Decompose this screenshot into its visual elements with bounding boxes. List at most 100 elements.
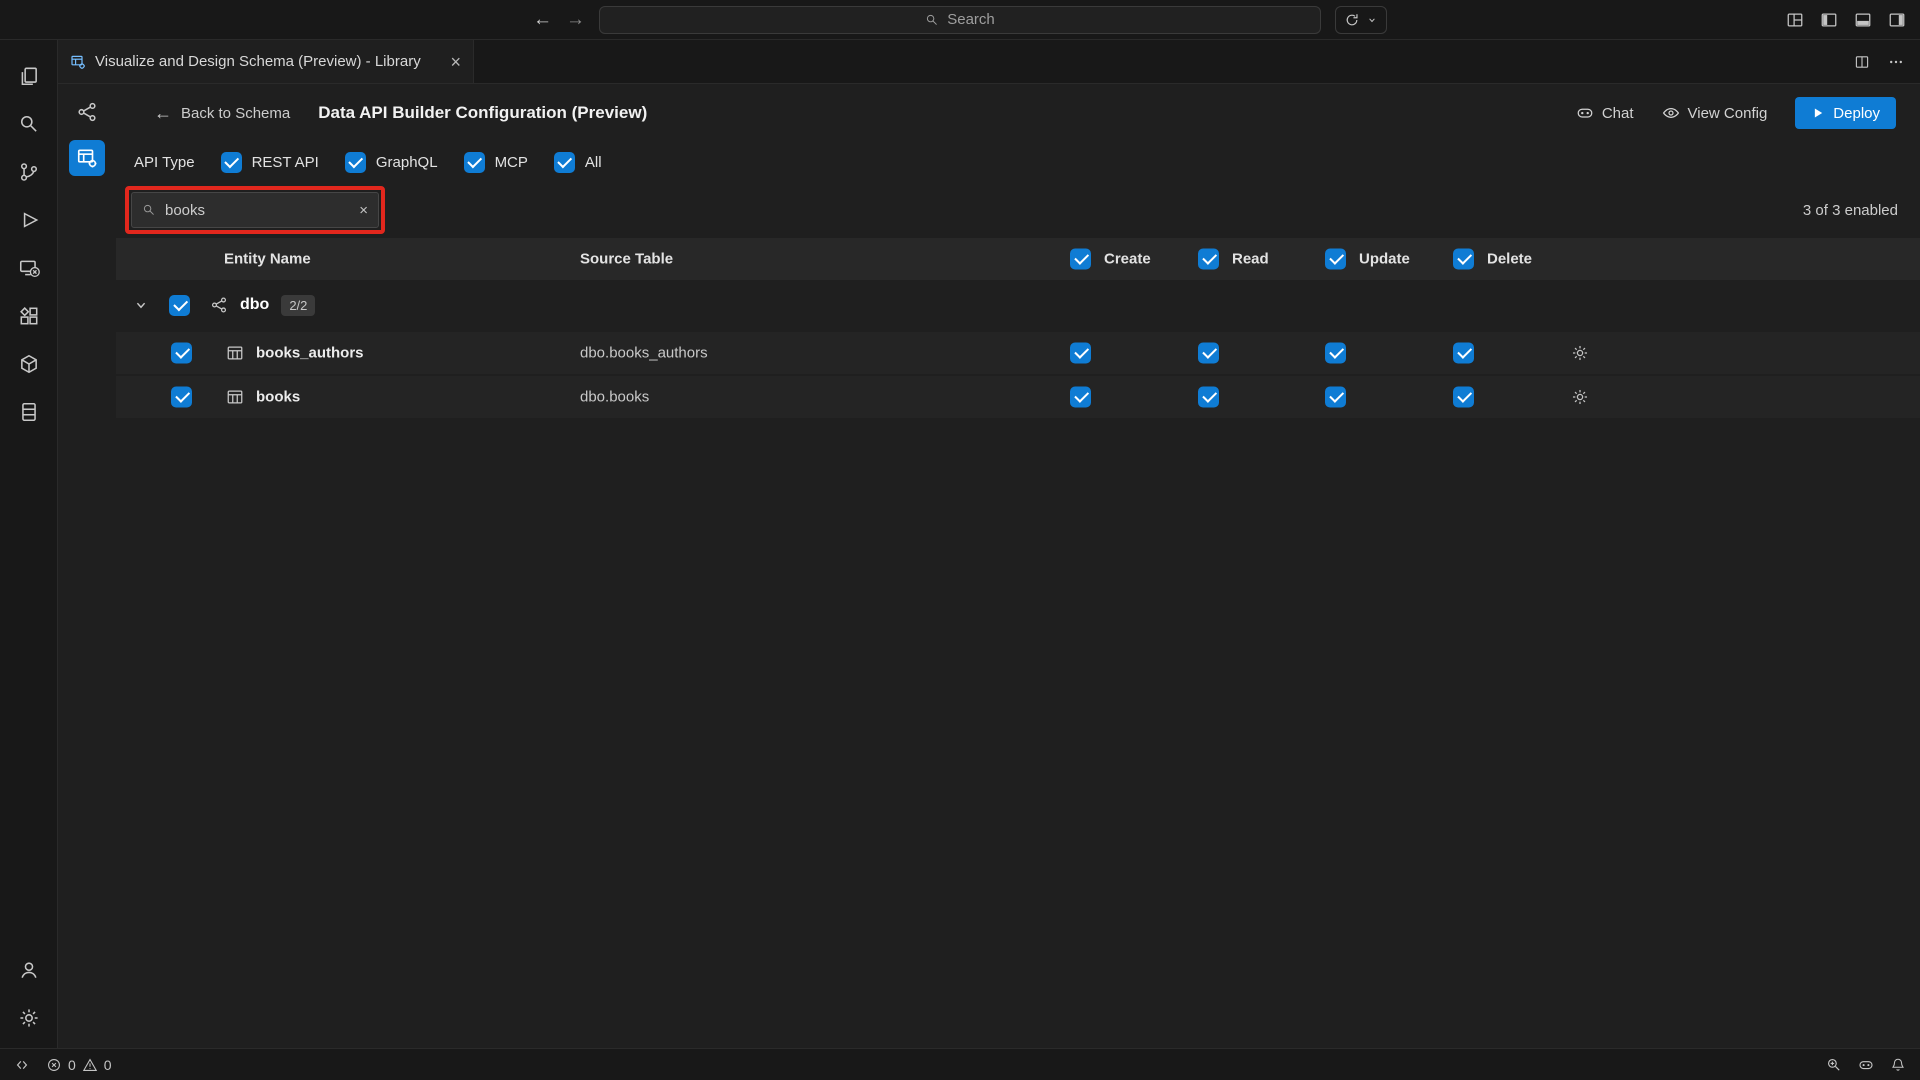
entity-table-header: Entity Name Source Table Create Read Upd… xyxy=(116,238,1920,280)
clear-search-icon[interactable]: × xyxy=(359,202,368,219)
schema-count-badge: 2/2 xyxy=(281,295,315,316)
update-checkbox[interactable] xyxy=(1325,387,1346,408)
settings-gear-icon[interactable] xyxy=(0,994,57,1042)
row-settings-gear-icon[interactable] xyxy=(1571,388,1589,406)
chevron-down-icon xyxy=(1366,14,1378,26)
delete-checkbox[interactable] xyxy=(1453,343,1474,364)
chat-button[interactable]: Chat xyxy=(1576,104,1634,122)
schema-designer-tab-icon xyxy=(70,54,86,70)
error-icon xyxy=(46,1057,62,1073)
read-checkbox[interactable] xyxy=(1198,343,1219,364)
mcp-checkbox[interactable] xyxy=(464,152,485,173)
copilot-status-icon[interactable] xyxy=(1858,1057,1874,1073)
back-to-schema-button[interactable]: ← Back to Schema xyxy=(154,103,290,124)
col-source-table: Source Table xyxy=(580,251,673,268)
col-update: Update xyxy=(1359,251,1410,268)
global-search-box[interactable]: Search xyxy=(599,6,1321,34)
remote-explorer-icon[interactable] xyxy=(0,244,57,292)
customize-layout-icon[interactable] xyxy=(1786,11,1804,29)
schema-name: dbo xyxy=(240,296,269,314)
database-projects-icon[interactable] xyxy=(0,388,57,436)
search-icon xyxy=(142,203,156,217)
delete-all-checkbox[interactable] xyxy=(1453,249,1474,270)
loop-icon xyxy=(1344,12,1360,28)
table-icon xyxy=(226,344,244,362)
run-debug-icon[interactable] xyxy=(0,196,57,244)
filter-all[interactable]: All xyxy=(554,152,602,173)
delete-checkbox[interactable] xyxy=(1453,387,1474,408)
zoom-indicator-icon[interactable] xyxy=(1826,1057,1842,1073)
titlebar: ← → Search xyxy=(0,0,1920,40)
view-config-button[interactable]: View Config xyxy=(1662,104,1768,122)
tab-title: Visualize and Design Schema (Preview) - … xyxy=(95,53,421,70)
toggle-secondary-sidebar-icon[interactable] xyxy=(1888,11,1906,29)
group-select-checkbox[interactable] xyxy=(169,295,190,316)
deploy-button[interactable]: Deploy xyxy=(1795,97,1896,129)
entity-search-row: books × 3 of 3 enabled xyxy=(116,182,1920,238)
schema-group-row-dbo[interactable]: dbo 2/2 xyxy=(116,280,1920,330)
api-config-view-button[interactable] xyxy=(69,140,105,176)
schema-icon xyxy=(210,296,228,314)
status-bar: 0 0 xyxy=(0,1048,1920,1080)
api-type-filters: API Type REST API GraphQL MCP xyxy=(116,142,1920,182)
update-all-checkbox[interactable] xyxy=(1325,249,1346,270)
row-select-checkbox[interactable] xyxy=(171,387,192,408)
create-all-checkbox[interactable] xyxy=(1070,249,1091,270)
tab-close-icon[interactable]: × xyxy=(450,53,461,71)
api-type-label: API Type xyxy=(134,154,195,171)
all-checkbox[interactable] xyxy=(554,152,575,173)
config-toolbar: ← Back to Schema Data API Builder Config… xyxy=(116,84,1920,142)
nav-forward-button[interactable]: → xyxy=(566,9,585,31)
command-center-group: ← → Search xyxy=(533,6,1387,34)
graphql-checkbox[interactable] xyxy=(345,152,366,173)
page-title: Data API Builder Configuration (Preview) xyxy=(318,103,647,123)
collapse-chevron-icon[interactable] xyxy=(132,296,150,314)
entity-name: books xyxy=(256,389,300,406)
nav-back-button[interactable]: ← xyxy=(533,9,552,31)
filter-mcp[interactable]: MCP xyxy=(464,152,528,173)
warning-count: 0 xyxy=(104,1057,112,1073)
containers-icon[interactable] xyxy=(0,340,57,388)
enabled-summary: 3 of 3 enabled xyxy=(1803,202,1898,219)
rest-api-checkbox[interactable] xyxy=(221,152,242,173)
schema-diagram-view-button[interactable] xyxy=(69,94,105,130)
filter-graphql[interactable]: GraphQL xyxy=(345,152,438,173)
col-create: Create xyxy=(1104,251,1151,268)
view-config-label: View Config xyxy=(1688,105,1768,122)
mcp-label: MCP xyxy=(495,154,528,171)
tab-visualize-design-schema[interactable]: Visualize and Design Schema (Preview) - … xyxy=(58,40,474,83)
table-icon xyxy=(226,388,244,406)
warning-icon xyxy=(82,1057,98,1073)
read-all-checkbox[interactable] xyxy=(1198,249,1219,270)
read-checkbox[interactable] xyxy=(1198,387,1219,408)
filter-rest-api[interactable]: REST API xyxy=(221,152,319,173)
create-checkbox[interactable] xyxy=(1070,387,1091,408)
row-settings-gear-icon[interactable] xyxy=(1571,344,1589,362)
notifications-bell-icon[interactable] xyxy=(1890,1057,1906,1073)
editor-actions xyxy=(1854,40,1904,83)
split-editor-icon[interactable] xyxy=(1854,54,1870,70)
problems-indicator[interactable]: 0 0 xyxy=(46,1057,112,1073)
search-sidebar-icon[interactable] xyxy=(0,100,57,148)
row-select-checkbox[interactable] xyxy=(171,343,192,364)
entity-name: books_authors xyxy=(256,345,364,362)
entity-source: dbo.books xyxy=(580,389,649,406)
vscode-window: ← → Search xyxy=(0,0,1920,1080)
accounts-icon[interactable] xyxy=(0,946,57,994)
entity-source: dbo.books_authors xyxy=(580,345,708,362)
deploy-label: Deploy xyxy=(1833,105,1880,122)
extensions-icon[interactable] xyxy=(0,292,57,340)
toggle-sidebar-icon[interactable] xyxy=(1820,11,1838,29)
session-dropdown-button[interactable] xyxy=(1335,6,1387,34)
update-checkbox[interactable] xyxy=(1325,343,1346,364)
search-icon xyxy=(925,13,939,27)
entity-search-value: books xyxy=(165,202,205,219)
remote-indicator-icon[interactable] xyxy=(14,1057,30,1073)
more-actions-icon[interactable] xyxy=(1888,54,1904,70)
all-label: All xyxy=(585,154,602,171)
toggle-panel-icon[interactable] xyxy=(1854,11,1872,29)
explorer-icon[interactable] xyxy=(0,52,57,100)
create-checkbox[interactable] xyxy=(1070,343,1091,364)
entity-search-input[interactable]: books × xyxy=(131,192,379,228)
source-control-icon[interactable] xyxy=(0,148,57,196)
